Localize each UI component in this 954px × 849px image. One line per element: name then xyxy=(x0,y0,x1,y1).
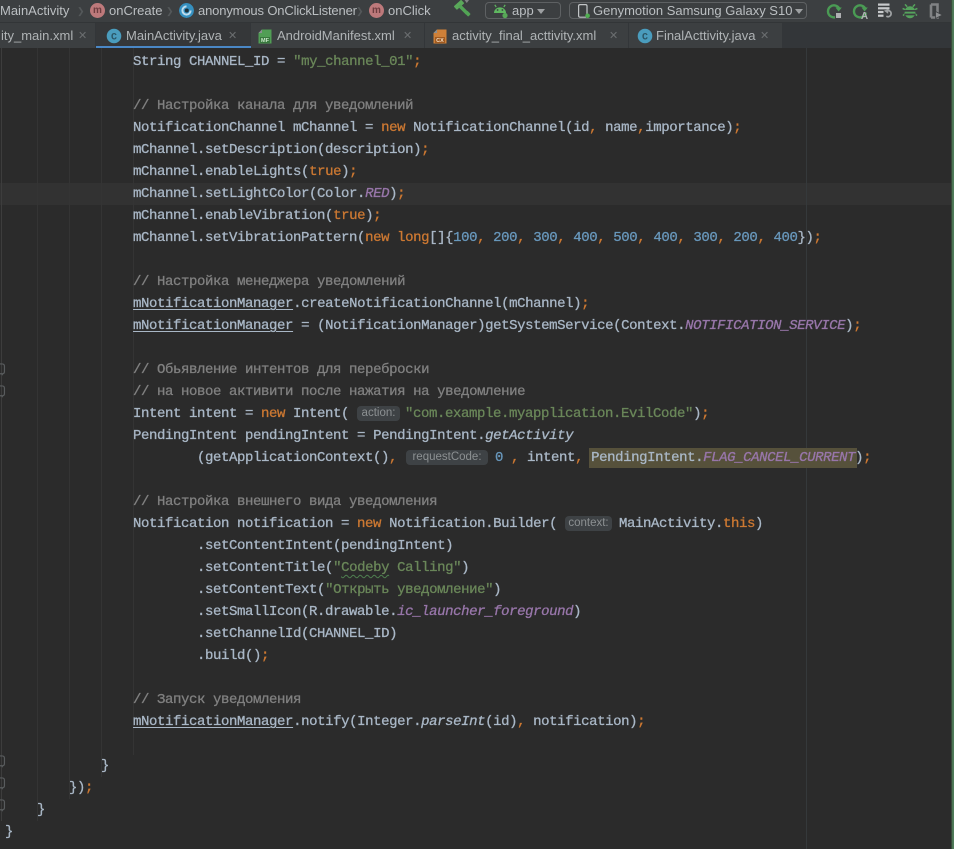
svg-text:CX: CX xyxy=(436,38,444,44)
svg-text:C: C xyxy=(642,33,648,44)
svg-text:C: C xyxy=(111,33,117,44)
svg-text:MF: MF xyxy=(261,38,270,44)
svg-text:A: A xyxy=(861,11,868,19)
